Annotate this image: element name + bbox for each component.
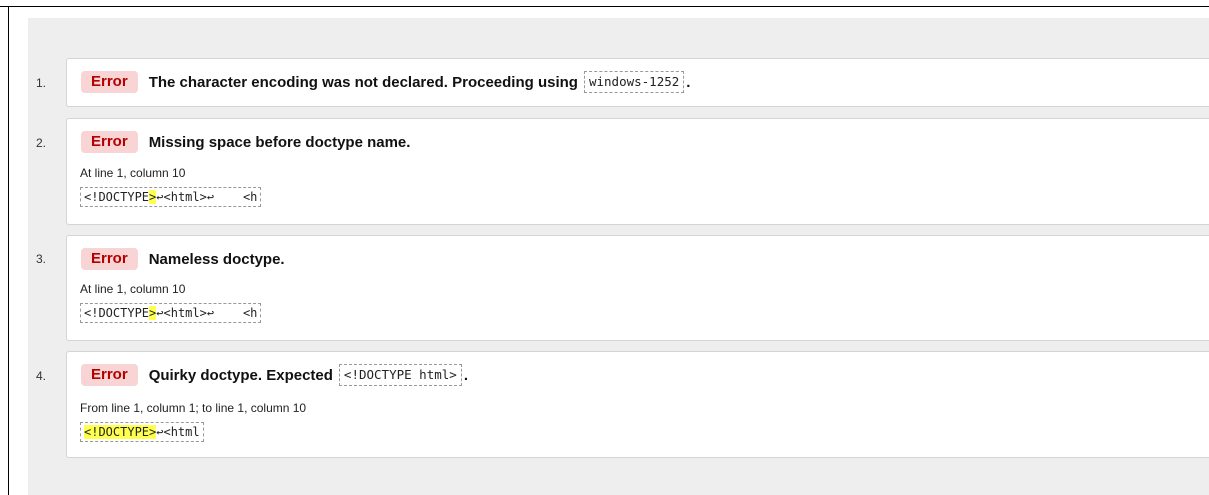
error-badge: Error: [81, 364, 138, 386]
window-frame-left: [8, 6, 9, 495]
message-trail: .: [686, 73, 691, 91]
message-text: Missing space before doctype name.: [148, 133, 411, 151]
extract-post: ↩<html>↩ <h: [156, 306, 258, 320]
code-snippet: windows-1252: [583, 71, 685, 93]
error-badge: Error: [81, 248, 138, 270]
window-frame-top: [0, 6, 1209, 7]
extract-post: ↩<html: [156, 425, 200, 439]
message-number: 2.: [36, 136, 47, 150]
extract-post: ↩<html>↩ <h: [156, 190, 258, 204]
message-trail: .: [463, 366, 468, 384]
error-badge: Error: [81, 71, 138, 93]
message-item: Error Missing space before doctype name.…: [66, 118, 1209, 225]
message-header: Error Missing space before doctype name.: [81, 131, 410, 153]
message-header: Error Nameless doctype.: [81, 248, 285, 270]
message-text: Nameless doctype.: [148, 250, 285, 268]
message-header: Error Quirky doctype. Expected <!DOCTYPE…: [81, 364, 468, 386]
location-text: At line 1, column 10: [80, 166, 186, 180]
error-badge: Error: [81, 131, 138, 153]
message-item: Error Nameless doctype. At line 1, colum…: [66, 235, 1209, 341]
message-item: Error The character encoding was not dec…: [66, 58, 1209, 107]
source-extract: <!DOCTYPE>↩<html>↩ <h: [80, 187, 262, 207]
message-text: The character encoding was not declared.…: [148, 73, 578, 91]
message-header: Error The character encoding was not dec…: [81, 71, 690, 93]
message-text: Quirky doctype. Expected: [148, 366, 333, 384]
message-number: 4.: [36, 369, 47, 383]
extract-pre: <!DOCTYPE: [84, 306, 150, 320]
code-snippet: <!DOCTYPE html>: [338, 364, 462, 386]
extract-highlight: <!DOCTYPE>: [84, 425, 157, 439]
extract-pre: <!DOCTYPE: [84, 190, 150, 204]
location-text: From line 1, column 1; to line 1, column…: [80, 401, 307, 415]
message-number: 3.: [36, 252, 47, 266]
location-text: At line 1, column 10: [80, 282, 186, 296]
message-number: 1.: [36, 76, 47, 90]
source-extract: <!DOCTYPE>↩<html: [80, 422, 204, 442]
source-extract: <!DOCTYPE>↩<html>↩ <h: [80, 303, 262, 323]
message-item: Error Quirky doctype. Expected <!DOCTYPE…: [66, 351, 1209, 458]
